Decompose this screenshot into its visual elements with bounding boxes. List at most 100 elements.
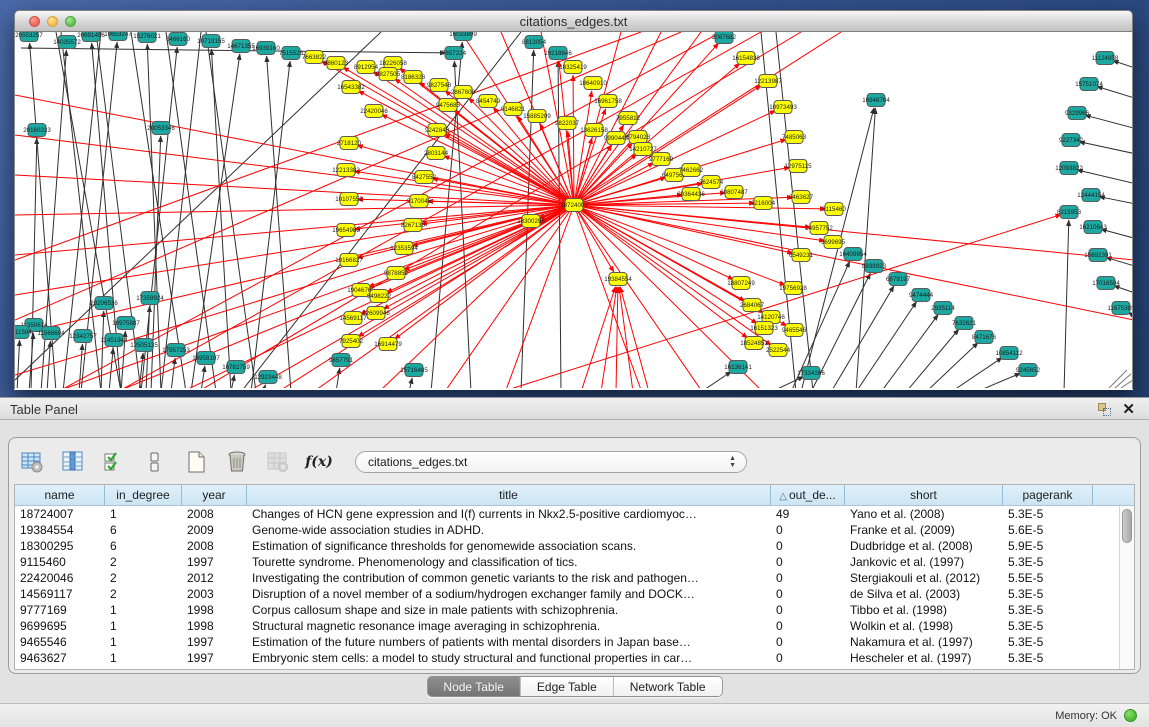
table-cell[interactable]: 1 [105,506,182,522]
graph-node[interactable]: 9990448 [604,132,629,145]
table-cell[interactable]: 9777169 [15,602,105,618]
graph-node[interactable]: 16136141 [724,361,752,374]
graph-node[interactable]: 6549231 [789,249,814,262]
table-cell[interactable]: 18724007 [15,506,105,522]
table-cell[interactable]: 2 [105,554,182,570]
graph-node[interactable]: 10975887 [112,317,140,330]
column-header-year[interactable]: year [182,485,247,505]
graph-node[interactable]: 17359924 [136,292,164,305]
graph-node[interactable]: 9860123 [324,57,349,70]
table-cell[interactable]: 5.3E-5 [1003,586,1093,602]
graph-node[interactable]: 9463627 [789,191,814,204]
table-cell[interactable]: 6 [105,538,182,554]
table-cell[interactable]: 2012 [182,570,247,586]
table-cell[interactable]: Stergiakouli et al. (2012) [845,570,1003,586]
tab-edge-table[interactable]: Edge Table [520,677,613,696]
table-cell[interactable]: Tibbo et al. (1998) [845,602,1003,618]
table-cell[interactable]: de Silva et al. (2003) [845,586,1003,602]
table-cell[interactable]: Estimation of significance thresholds fo… [247,538,771,554]
table-settings-icon[interactable] [19,449,45,475]
table-cell[interactable]: 1997 [182,554,247,570]
graph-node[interactable]: 18640910 [579,77,607,90]
table-cell[interactable]: Estimation of the future numbers of pati… [247,634,771,650]
table-cell[interactable]: 0 [771,554,845,570]
graph-node[interactable]: 18524851 [740,337,768,350]
table-cell[interactable]: 2009 [182,522,247,538]
graph-node[interactable]: 9465546 [782,324,807,337]
table-cell[interactable]: 1998 [182,618,247,634]
network-canvas[interactable]: 1872400718300295183254191864091016961758… [14,32,1133,389]
graph-node[interactable]: 9699695 [821,236,846,249]
graph-node[interactable]: 16939160 [252,42,280,55]
table-cell[interactable]: 2008 [182,506,247,522]
table-cell[interactable]: Genome-wide association studies in ADHD. [247,522,771,538]
graph-node[interactable]: 8215953 [1057,206,1082,219]
graph-node[interactable]: 7632621 [952,317,977,330]
graph-node[interactable]: 6216004 [751,197,776,210]
table-cell[interactable]: 1998 [182,602,247,618]
graph-node[interactable]: 2718120 [337,137,362,150]
network-canvas-svg[interactable]: 1872400718300295183254191864091016961758… [15,32,1132,388]
column-header-indegree[interactable]: in_degree [105,485,182,505]
scrollbar-thumb[interactable] [1122,509,1132,543]
graph-node[interactable]: 9115460 [822,203,846,216]
graph-node[interactable]: 9857791 [329,354,354,367]
graph-node[interactable]: 6466160 [166,33,191,46]
table-cell[interactable]: 0 [771,538,845,554]
graph-node[interactable]: 9827505 [376,68,401,81]
graph-node[interactable]: 20553257 [15,32,43,42]
graph-node[interactable]: 12444154 [1077,189,1105,202]
graph-node[interactable]: 8471676 [972,331,997,344]
table-cell[interactable]: 5.3E-5 [1003,650,1093,666]
stacked-squares-icon[interactable] [142,449,168,475]
table-cell[interactable]: 9463627 [15,650,105,666]
graph-node[interactable]: 7515526 [279,47,304,60]
graph-node[interactable]: 16210643 [1079,221,1107,234]
table-cell[interactable]: 5.9E-5 [1003,538,1093,554]
graph-node[interactable]: 12093822 [1055,162,1083,175]
table-cell[interactable]: 1 [105,634,182,650]
graph-node[interactable]: 8938923 [862,260,887,273]
graph-node[interactable]: 20364436 [677,188,705,201]
table-row[interactable]: 977716911998Corpus callosum shape and si… [15,602,1134,618]
table-row[interactable]: 2242004622012Investigating the contribut… [15,570,1134,586]
close-panel-icon[interactable]: ✕ [1122,400,1135,418]
column-header-name[interactable]: name [15,485,105,505]
graph-node[interactable]: 2935114 [931,302,955,315]
graph-node[interactable]: 15751074 [1075,78,1103,91]
graph-node[interactable]: 12923448 [254,371,282,384]
graph-node[interactable]: 3624574 [699,176,724,189]
table-row[interactable]: 946362711997Embryonic stem cells: a mode… [15,650,1134,666]
network-window-titlebar[interactable]: citations_edges.txt [14,10,1133,32]
table-cell[interactable]: 19384554 [15,522,105,538]
graph-node[interactable]: 10653247 [104,32,132,41]
graph-node[interactable]: 8427552 [412,171,437,184]
graph-node[interactable]: 8813054 [522,36,547,49]
graph-node[interactable]: 12975115 [784,160,812,173]
graph-node[interactable]: 7663822 [302,51,327,64]
select-columns-icon[interactable] [101,449,127,475]
graph-node[interactable]: 15692391 [1084,249,1112,262]
graph-node[interactable]: 9474444 [909,289,934,302]
graph-node[interactable]: 6794028 [626,131,651,144]
vertical-scrollbar[interactable] [1119,506,1134,669]
table-cell[interactable]: 9115460 [15,554,105,570]
table-cell[interactable]: 5.3E-5 [1003,634,1093,650]
graph-node[interactable]: 7462662 [679,164,704,177]
table-cell[interactable]: 0 [771,586,845,602]
graph-node[interactable]: 15276021 [133,32,161,43]
table-cell[interactable]: 2003 [182,586,247,602]
graph-node[interactable]: 16782759 [222,361,250,374]
graph-node[interactable]: 9227342 [1059,134,1084,147]
graph-node[interactable]: 16914479 [374,338,402,351]
graph-node[interactable]: 19654983 [332,224,360,237]
graph-node[interactable]: 11675385 [1107,302,1132,315]
table-cell[interactable]: Changes of HCN gene expression and I(f) … [247,506,771,522]
graph-node[interactable]: 2803144 [424,147,449,160]
graph-node[interactable]: 10807487 [720,186,748,199]
graph-node[interactable]: 8267130 [401,219,426,232]
graph-node[interactable]: 10719155 [197,35,225,48]
graph-node[interactable]: 2087682 [712,32,737,44]
graph-node[interactable]: 16409954 [839,248,867,261]
table-row[interactable]: 1456911722003Disruption of a novel membe… [15,586,1134,602]
